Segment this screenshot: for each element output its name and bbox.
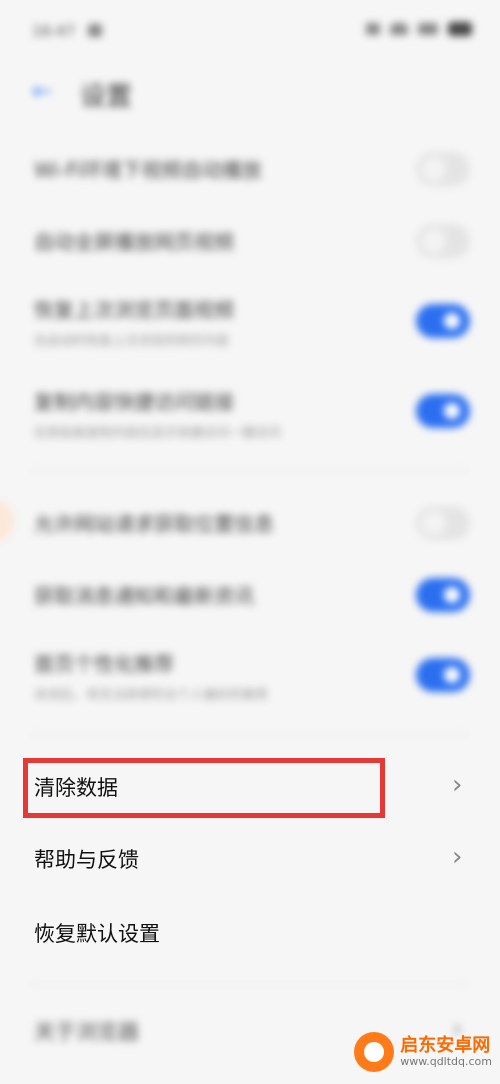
setting-row[interactable]: 首页个性化推荐 关闭后，将无法获得符合个人偏好的推荐 (0, 640, 500, 712)
divider (30, 734, 470, 735)
watermark: 启东安卓网 www.qdltdq.com (354, 1032, 492, 1072)
setting-title: Wi-Fi环境下视频自动播放 (34, 158, 262, 182)
status-bar: 16:47 (0, 0, 500, 62)
setting-toggle[interactable] (416, 506, 470, 540)
vibrate-icon (366, 23, 380, 35)
setting-toggle[interactable] (416, 394, 470, 428)
help-feedback-item[interactable]: 帮助与反馈 › (0, 828, 500, 892)
setting-subtitle: 在启动时恢复上次浏览的网页内容 (34, 334, 230, 349)
setting-row[interactable]: Wi-Fi环境下视频自动播放 (0, 140, 500, 196)
setting-row[interactable]: 获取消息通知和最新资讯 (0, 566, 500, 622)
divider (30, 470, 470, 471)
back-arrow-icon[interactable]: ← (32, 79, 54, 103)
setting-title: 自动全屏播放网页视频 (34, 230, 234, 254)
watermark-logo-icon (354, 1032, 395, 1072)
wifi-icon (390, 23, 408, 35)
chevron-right-icon: › (452, 770, 463, 800)
status-icons (366, 22, 472, 36)
setting-title: 获取消息通知和最新资讯 (34, 584, 254, 608)
setting-row[interactable]: 自动全屏播放网页视频 (0, 212, 500, 268)
status-time: 16:47 (32, 22, 76, 40)
setting-toggle[interactable] (416, 658, 470, 692)
watermark-url: www.qdltdq.com (400, 1054, 492, 1068)
notification-icon (88, 24, 102, 37)
setting-row[interactable]: 恢复上次浏览页面视频 在启动时恢复上次浏览的网页内容 (0, 286, 500, 358)
header: ← 设置 (0, 62, 500, 122)
setting-toggle[interactable] (416, 152, 470, 186)
setting-row[interactable]: 复制内容快捷访问链接 在剪贴板复制内容后显示快捷访问一键访问 (0, 378, 500, 450)
setting-toggle[interactable] (416, 224, 470, 258)
divider (30, 984, 470, 985)
setting-toggle[interactable] (416, 578, 470, 612)
highlight-box (23, 758, 385, 818)
setting-title: 复制内容快捷访问链接 (34, 390, 234, 414)
restore-defaults-label: 恢复默认设置 (34, 922, 160, 946)
chevron-right-icon: › (452, 842, 463, 872)
signal-icon (418, 23, 438, 35)
setting-subtitle: 关闭后，将无法获得符合个人偏好的推荐 (34, 688, 269, 703)
setting-row[interactable]: 允许网站请求获取位置信息 (0, 494, 500, 550)
battery-icon (448, 22, 472, 36)
watermark-title: 启东安卓网 (400, 1035, 491, 1057)
help-feedback-label: 帮助与反馈 (34, 848, 139, 872)
setting-title: 恢复上次浏览页面视频 (34, 298, 234, 322)
restore-defaults-item[interactable]: 恢复默认设置 (0, 902, 500, 966)
page-title: 设置 (80, 82, 133, 112)
setting-toggle[interactable] (416, 304, 470, 338)
setting-title: 允许网站请求获取位置信息 (34, 512, 274, 536)
about-label: 关于浏览器 (34, 1020, 139, 1044)
setting-title: 首页个性化推荐 (34, 652, 174, 676)
setting-subtitle: 在剪贴板复制内容后显示快捷访问一键访问 (34, 426, 282, 441)
